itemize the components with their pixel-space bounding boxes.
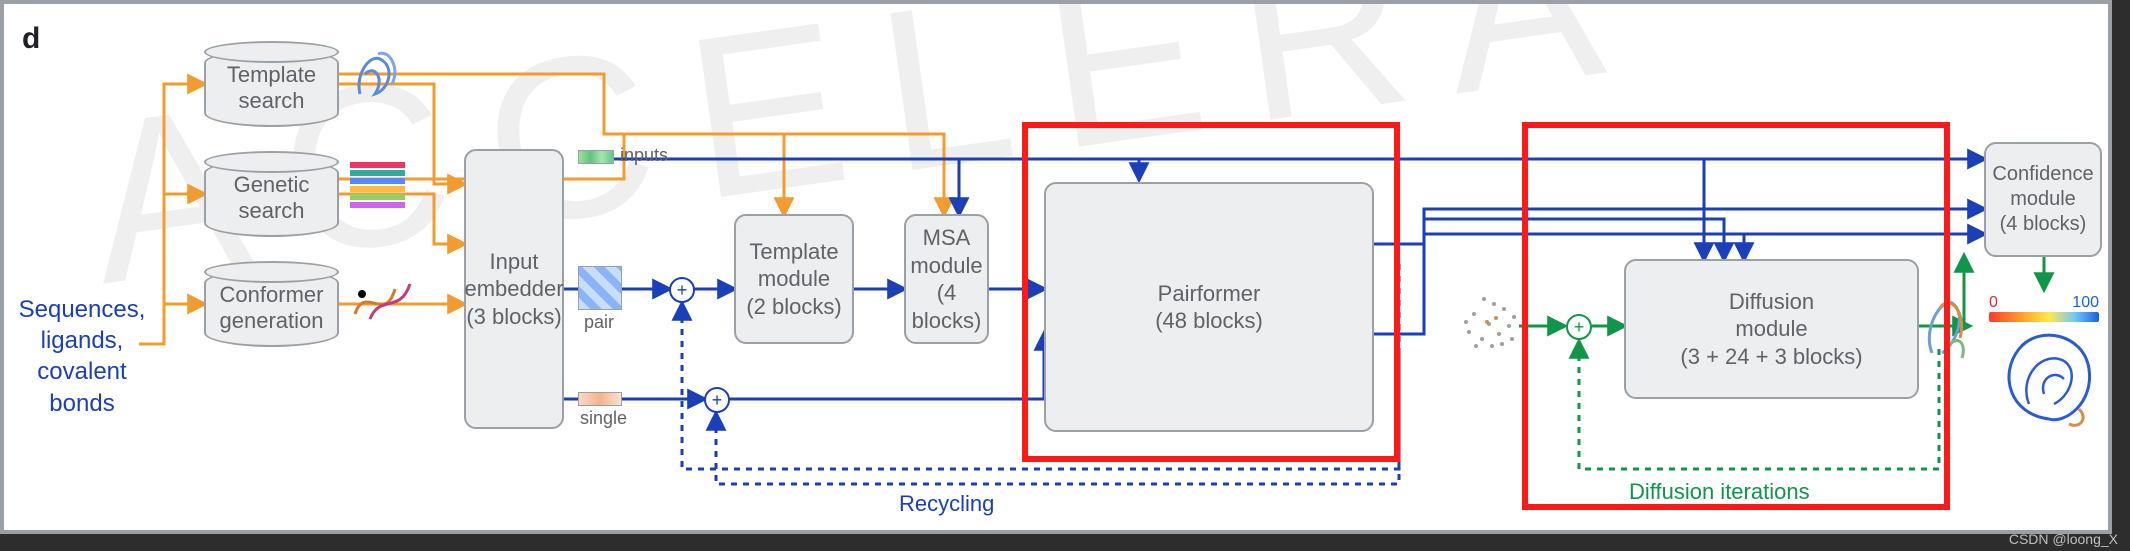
cylinder-genetic-label: Genetic search	[234, 172, 310, 225]
confidence-scale-bar	[1989, 312, 2099, 322]
highlight-diffusion	[1522, 122, 1950, 510]
msa-module-title: MSA module	[910, 224, 982, 279]
confidence-title: Confidence module	[1992, 162, 2093, 212]
tensor-single	[578, 392, 622, 406]
tensor-pair	[578, 266, 622, 310]
highlight-pairformer	[1022, 122, 1400, 462]
msa-glyph	[350, 162, 405, 217]
tensor-pair-label: pair	[584, 312, 614, 333]
template-module-sub: (2 blocks)	[746, 293, 841, 321]
template-module-title: Template module	[749, 238, 838, 293]
output-protein-glyph	[1994, 324, 2104, 434]
cylinder-conformer-generation: Conformer generation	[204, 269, 339, 347]
box-input-embedder: Input embedder (3 blocks)	[464, 149, 564, 429]
watermark-csdn: CSDN @loong_X	[2009, 531, 2118, 547]
embedder-sub: (3 blocks)	[466, 303, 561, 331]
embedder-title: Input embedder	[464, 248, 563, 303]
tensor-single-label: single	[580, 408, 627, 429]
confidence-sub: (4 blocks)	[2000, 212, 2087, 237]
tensor-inputs	[578, 150, 614, 164]
msa-module-sub: (4 blocks)	[906, 279, 987, 334]
box-template-module: Template module (2 blocks)	[734, 214, 854, 344]
input-sequences-label: Sequences, ligands, covalent bonds	[12, 294, 152, 419]
protein-glyph-1	[350, 44, 405, 104]
label-recycling: Recycling	[899, 491, 994, 517]
box-confidence-module: Confidence module (4 blocks)	[1984, 142, 2102, 257]
panel-letter: d	[22, 22, 40, 56]
scale-min: 0	[1989, 294, 1998, 312]
cylinder-template-label: Template search	[227, 62, 316, 115]
cylinder-genetic-search: Genetic search	[204, 159, 339, 237]
noise-glyph	[1454, 284, 1524, 364]
scale-max: 100	[2072, 294, 2099, 312]
cylinder-template-search: Template search	[204, 49, 339, 127]
input-sequences-text: Sequences, ligands, covalent bonds	[19, 296, 146, 417]
ligand-glyph	[350, 274, 420, 329]
plus-single: +	[704, 387, 730, 413]
plus-pair: +	[669, 277, 695, 303]
cylinder-conformer-label: Conformer generation	[220, 282, 324, 335]
tensor-inputs-label: inputs	[620, 145, 668, 166]
box-msa-module: MSA module (4 blocks)	[904, 214, 989, 344]
